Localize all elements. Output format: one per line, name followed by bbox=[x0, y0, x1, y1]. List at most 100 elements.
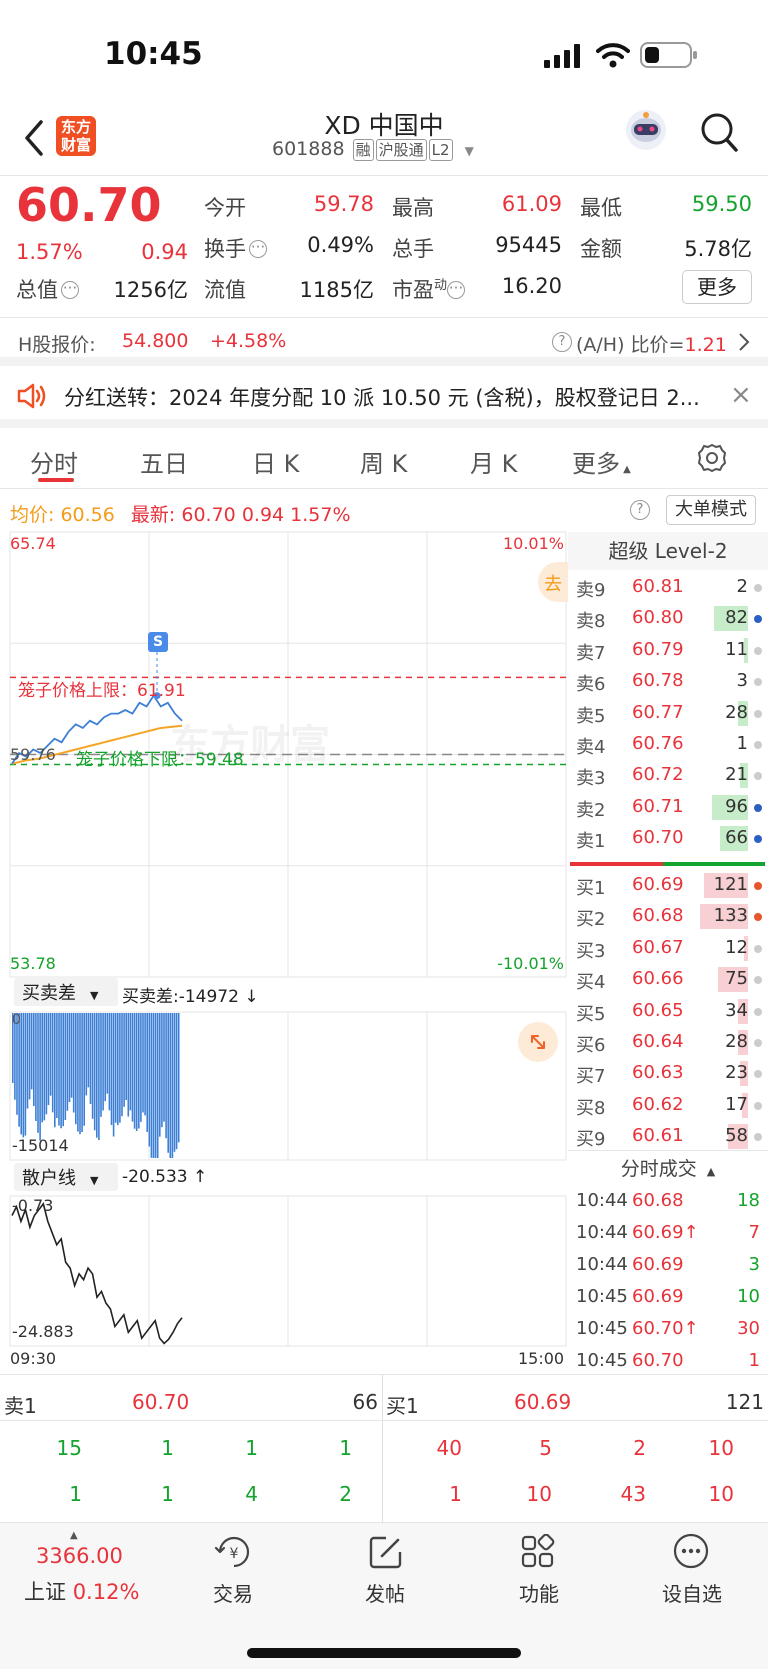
net-flow-bar bbox=[161, 1013, 163, 1128]
tab-daily-k[interactable]: 日 K bbox=[252, 444, 299, 479]
y-max-label: 65.74 bbox=[10, 534, 56, 553]
trades-title[interactable]: 分时成交 ▲ bbox=[568, 1154, 768, 1181]
nav-post[interactable]: 发帖 bbox=[350, 1578, 420, 1607]
sub1-bottom-label: -15014 bbox=[12, 1136, 69, 1155]
tab-monthly-k[interactable]: 月 K bbox=[470, 444, 517, 479]
level-label: 卖8 bbox=[576, 611, 606, 633]
big-order-mode-button[interactable]: 大单模式 bbox=[666, 495, 756, 525]
help-icon[interactable]: ? bbox=[552, 332, 572, 352]
chevron-right-icon[interactable] bbox=[738, 332, 750, 352]
net-flow-bar bbox=[175, 1013, 178, 1150]
tab-more[interactable]: 更多 ▲ bbox=[572, 444, 631, 479]
bid-row[interactable]: 买5 60.65 34 bbox=[576, 996, 766, 1027]
bid-row[interactable]: 买7 60.63 23 bbox=[576, 1058, 766, 1089]
level-price: 60.81 bbox=[632, 576, 684, 597]
trade-row: 10:44 60.69↑ 7 bbox=[576, 1218, 766, 1250]
ask-row[interactable]: 卖5 60.77 28 bbox=[576, 698, 766, 729]
level-dot bbox=[754, 772, 762, 781]
tab-weekly-k[interactable]: 周 K bbox=[360, 444, 407, 479]
bid-row[interactable]: 买6 60.64 28 bbox=[576, 1027, 766, 1058]
net-flow-bar bbox=[167, 1013, 169, 1153]
net-flow-bar bbox=[171, 1013, 174, 1158]
level-label: 买1 bbox=[576, 878, 606, 899]
net-flow-bar bbox=[140, 1013, 142, 1122]
close-icon[interactable]: × bbox=[730, 380, 752, 410]
info-dots-icon[interactable]: ··· bbox=[249, 240, 267, 258]
hshare-label: H股报价: bbox=[18, 334, 96, 356]
nav-trade[interactable]: 交易 bbox=[198, 1578, 268, 1607]
expand-icon[interactable] bbox=[518, 1022, 558, 1062]
net-flow-bar bbox=[20, 1013, 22, 1135]
index-value[interactable]: 3366.00 bbox=[36, 1544, 123, 1568]
bid-row[interactable]: 买4 60.66 75 bbox=[576, 964, 766, 995]
net-flow-bar bbox=[117, 1013, 119, 1126]
quote-label-pe: 市盈动 ··· bbox=[392, 278, 466, 302]
level-dot bbox=[754, 1133, 762, 1142]
settings-gear-icon[interactable] bbox=[696, 442, 728, 474]
net-flow-bar bbox=[125, 1013, 127, 1101]
status-bar: 10:45 bbox=[0, 0, 768, 110]
quote-value-high: 61.09 bbox=[501, 192, 562, 216]
ask-row[interactable]: 卖3 60.72 21 bbox=[576, 760, 766, 791]
queue-order-ask: 15 bbox=[56, 1436, 82, 1460]
net-flow-bar bbox=[45, 1013, 48, 1115]
stock-code-row[interactable]: 601888 融沪股通 L2 ▼ bbox=[272, 138, 474, 166]
functions-grid-icon[interactable] bbox=[520, 1534, 556, 1570]
help-icon[interactable]: ? bbox=[630, 500, 650, 520]
net-flow-bar bbox=[142, 1013, 144, 1113]
cage-upper-label: 笼子价格上限：61.91 bbox=[18, 681, 186, 701]
level-volume: 2 bbox=[736, 576, 748, 597]
info-dots-icon[interactable]: ··· bbox=[447, 281, 466, 299]
ask-row[interactable]: 卖7 60.79 11 bbox=[576, 635, 766, 666]
bid-row[interactable]: 买8 60.62 17 bbox=[576, 1090, 766, 1121]
ask-row[interactable]: 卖4 60.76 1 bbox=[576, 729, 766, 760]
level-volume: 121 bbox=[713, 874, 748, 895]
index-row[interactable]: 上证 0.12% bbox=[24, 1576, 139, 1606]
s-marker-icon[interactable]: S bbox=[148, 632, 168, 652]
more-button[interactable]: 更多 bbox=[682, 270, 752, 304]
net-flow-bar bbox=[102, 1013, 104, 1111]
sub1-selector[interactable]: 买卖差 ▼ bbox=[14, 978, 118, 1006]
ask-row[interactable]: 卖8 60.80 82 bbox=[576, 603, 766, 634]
bid-row[interactable]: 买1 60.69 121 bbox=[576, 870, 766, 901]
robot-assistant-icon[interactable] bbox=[624, 108, 668, 152]
net-flow-bar bbox=[39, 1013, 41, 1141]
queue-order-bid: 10 bbox=[526, 1482, 552, 1506]
nav-watchlist[interactable]: 设自选 bbox=[650, 1578, 734, 1607]
post-edit-icon[interactable] bbox=[368, 1534, 404, 1570]
ask-row[interactable]: 卖9 60.81 2 bbox=[576, 572, 766, 603]
stock-header: 东方 财富 XD 中国中 601888 融沪股通 L2 ▼ bbox=[0, 100, 768, 178]
level-label: 卖1 bbox=[576, 831, 606, 853]
bid-row[interactable]: 买3 60.67 12 bbox=[576, 933, 766, 964]
tab-five-day[interactable]: 五日 bbox=[140, 444, 188, 479]
ah-ratio[interactable]: (A/H) 比价=1.21 bbox=[576, 330, 727, 357]
level-dot bbox=[754, 835, 762, 844]
quote-label-volume: 总手 bbox=[392, 237, 434, 261]
level-price: 60.76 bbox=[632, 733, 684, 754]
trade-yen-icon[interactable]: ¥ bbox=[214, 1534, 254, 1570]
tab-intraday[interactable]: 分时 bbox=[30, 444, 78, 479]
trade-volume: 7 bbox=[748, 1222, 760, 1243]
trade-price: 60.69↑ bbox=[632, 1222, 699, 1243]
latest-pct: 1.57% bbox=[290, 504, 351, 526]
net-flow-bar bbox=[70, 1013, 73, 1098]
info-dots-icon[interactable]: ··· bbox=[61, 281, 79, 299]
sub1-label: 买卖差:-14972 ↓ bbox=[122, 987, 259, 1007]
search-icon[interactable] bbox=[700, 112, 740, 156]
add-watchlist-icon[interactable] bbox=[672, 1532, 710, 1570]
back-arrow-icon[interactable] bbox=[24, 120, 44, 156]
bid-row[interactable]: 买9 60.61 58 bbox=[576, 1121, 766, 1152]
bid-ratio-bar bbox=[570, 862, 663, 866]
bid-row[interactable]: 买2 60.68 133 bbox=[576, 901, 766, 932]
nav-functions[interactable]: 功能 bbox=[504, 1578, 574, 1607]
level-price: 60.63 bbox=[632, 1062, 684, 1084]
net-flow-bar bbox=[133, 1013, 136, 1129]
ask-row[interactable]: 卖2 60.71 96 bbox=[576, 792, 766, 823]
level-label: 买6 bbox=[576, 1035, 606, 1056]
ask-row[interactable]: 卖6 60.78 3 bbox=[576, 666, 766, 697]
sub2-selector[interactable]: 散户线 ▼ bbox=[14, 1163, 118, 1191]
ask-row[interactable]: 卖1 60.70 66 bbox=[576, 823, 766, 854]
net-flow-bar bbox=[43, 1013, 46, 1121]
notice-text[interactable]: 分红送转：2024 年度分配 10 派 10.50 元 (含税)，股权登记日 2… bbox=[64, 382, 704, 412]
net-flow-bar bbox=[123, 1013, 125, 1107]
